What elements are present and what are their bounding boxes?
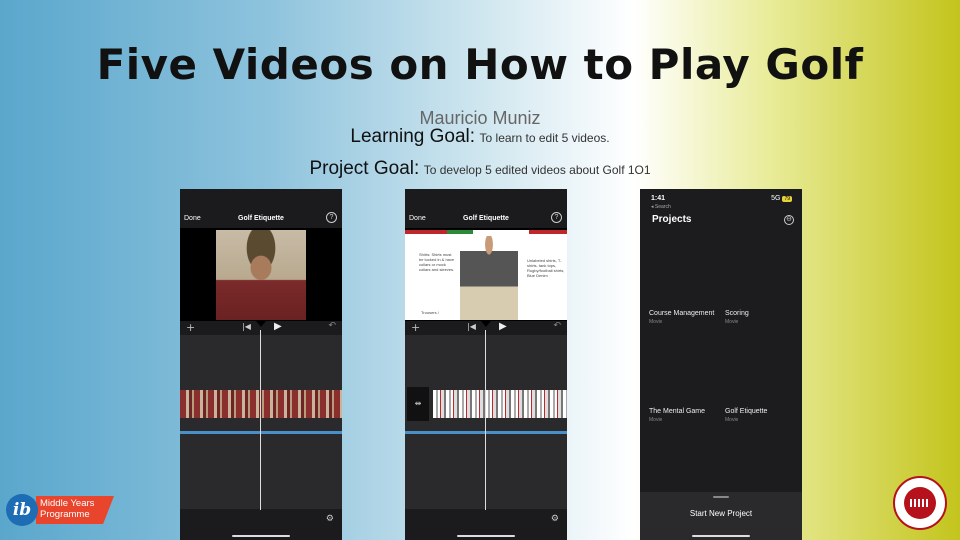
project-goal-label: Project Goal:	[309, 158, 420, 179]
undo-icon[interactable]: ↶	[328, 321, 336, 331]
sheet-grabber[interactable]	[713, 496, 729, 498]
learning-goal-label: Learning Goal:	[350, 126, 476, 147]
project-item[interactable]: Golf Etiquette Movie	[725, 408, 767, 423]
home-indicator	[457, 535, 515, 537]
ib-logo-line1: Middle Years	[40, 498, 95, 509]
project-name: Golf Etiquette	[725, 408, 768, 415]
audio-track[interactable]	[405, 431, 567, 434]
battery-icon: 79	[782, 196, 792, 202]
timeline[interactable]: ⇹	[405, 335, 567, 509]
projects-title: Projects	[652, 214, 692, 225]
home-indicator	[692, 535, 750, 537]
project-type: Movie	[649, 319, 663, 325]
playhead-line	[260, 330, 261, 510]
project-type: Movie	[649, 417, 663, 423]
project-item[interactable]: The Mental Game Movie	[649, 408, 705, 423]
diagram-note-bottom: Trousers /	[421, 310, 439, 315]
diagram-note-left: Shirts: Shirts must be tucked in & have …	[419, 252, 455, 272]
add-media-icon[interactable]: +	[411, 321, 420, 334]
help-icon[interactable]: ?	[326, 212, 337, 223]
dress-code-diagram: Shirts: Shirts must be tucked in & have …	[405, 230, 567, 320]
learning-goal: Learning Goal: To learn to edit 5 videos…	[0, 126, 960, 148]
playhead-line	[485, 330, 486, 510]
settings-icon[interactable]: ⚙	[326, 514, 334, 524]
settings-icon[interactable]: ⚙	[551, 514, 559, 524]
project-item[interactable]: Course Management Movie	[649, 310, 714, 325]
playhead-marker	[256, 321, 266, 327]
slide-title: Five Videos on How to Play Golf	[96, 40, 864, 89]
project-name: Scoring	[725, 310, 749, 317]
project-title: Golf Etiquette	[238, 215, 284, 222]
play-icon[interactable]: ▶	[499, 321, 507, 332]
video-clip-strip[interactable]	[180, 390, 342, 418]
diagram-red-bar	[405, 230, 447, 234]
network-label: 5G	[771, 195, 781, 202]
undo-icon[interactable]: ↶	[553, 321, 561, 331]
learning-goal-text: To learn to edit 5 videos.	[479, 131, 610, 145]
project-goal-text: To develop 5 edited videos about Golf 1O…	[423, 163, 651, 177]
back-to-search-link[interactable]: ◂ Search	[651, 204, 671, 210]
video-preview	[180, 228, 342, 321]
skip-back-icon[interactable]: |◀	[467, 322, 476, 331]
editor-screenshot-2: Done Golf Etiquette ? Shirts: Shirts mus…	[405, 189, 567, 540]
skip-back-icon[interactable]: |◀	[242, 322, 251, 331]
project-goal: Project Goal: To develop 5 edited videos…	[0, 158, 960, 180]
diagram-green-bar	[447, 230, 473, 234]
playhead-marker	[481, 321, 491, 327]
editor-screenshot-1: Done Golf Etiquette ? + |◀ ▶ ↶ ⚙	[180, 189, 342, 540]
diagram-note-right: Unlabeled shirts, T-shirts, tank tops, R…	[527, 258, 565, 278]
more-options-icon[interactable]: ⊖	[784, 215, 794, 225]
project-type: Movie	[725, 319, 739, 325]
start-new-project-button[interactable]: Start New Project	[640, 509, 802, 518]
help-icon[interactable]: ?	[551, 212, 562, 223]
ib-logo-circle: ib	[6, 494, 38, 526]
diagram-red-bar-right	[529, 230, 567, 234]
seal-emblem	[904, 487, 936, 519]
audio-track[interactable]	[180, 431, 342, 434]
project-type: Movie	[725, 417, 739, 423]
video-clip-strip[interactable]	[433, 390, 567, 418]
ib-logo-line2: Programme	[40, 509, 90, 520]
project-name: Course Management	[649, 310, 715, 317]
school-seal-logo	[893, 476, 947, 530]
home-indicator	[232, 535, 290, 537]
ib-myp-logo: ib Middle Years Programme	[6, 494, 116, 528]
clip-trim-handle-icon[interactable]: ⇹	[407, 387, 429, 421]
ib-logo-text: Middle Years Programme	[40, 498, 94, 520]
project-item[interactable]: Scoring Movie	[725, 310, 749, 325]
add-media-icon[interactable]: +	[186, 321, 195, 334]
play-icon[interactable]: ▶	[274, 321, 282, 332]
video-preview: Shirts: Shirts must be tucked in & have …	[405, 228, 567, 321]
status-time: 1:41	[651, 195, 666, 202]
golfer-figure	[460, 236, 518, 320]
project-name: The Mental Game	[649, 408, 706, 415]
project-title: Golf Etiquette	[463, 215, 509, 222]
status-network: 5G 79	[771, 195, 792, 202]
timeline[interactable]	[180, 335, 342, 509]
video-frame-image	[216, 230, 306, 320]
bottom-sheet: Start New Project	[640, 492, 802, 540]
projects-screenshot: 1:41 5G 79 ◂ Search Projects ⊖ Course Ma…	[640, 189, 802, 540]
